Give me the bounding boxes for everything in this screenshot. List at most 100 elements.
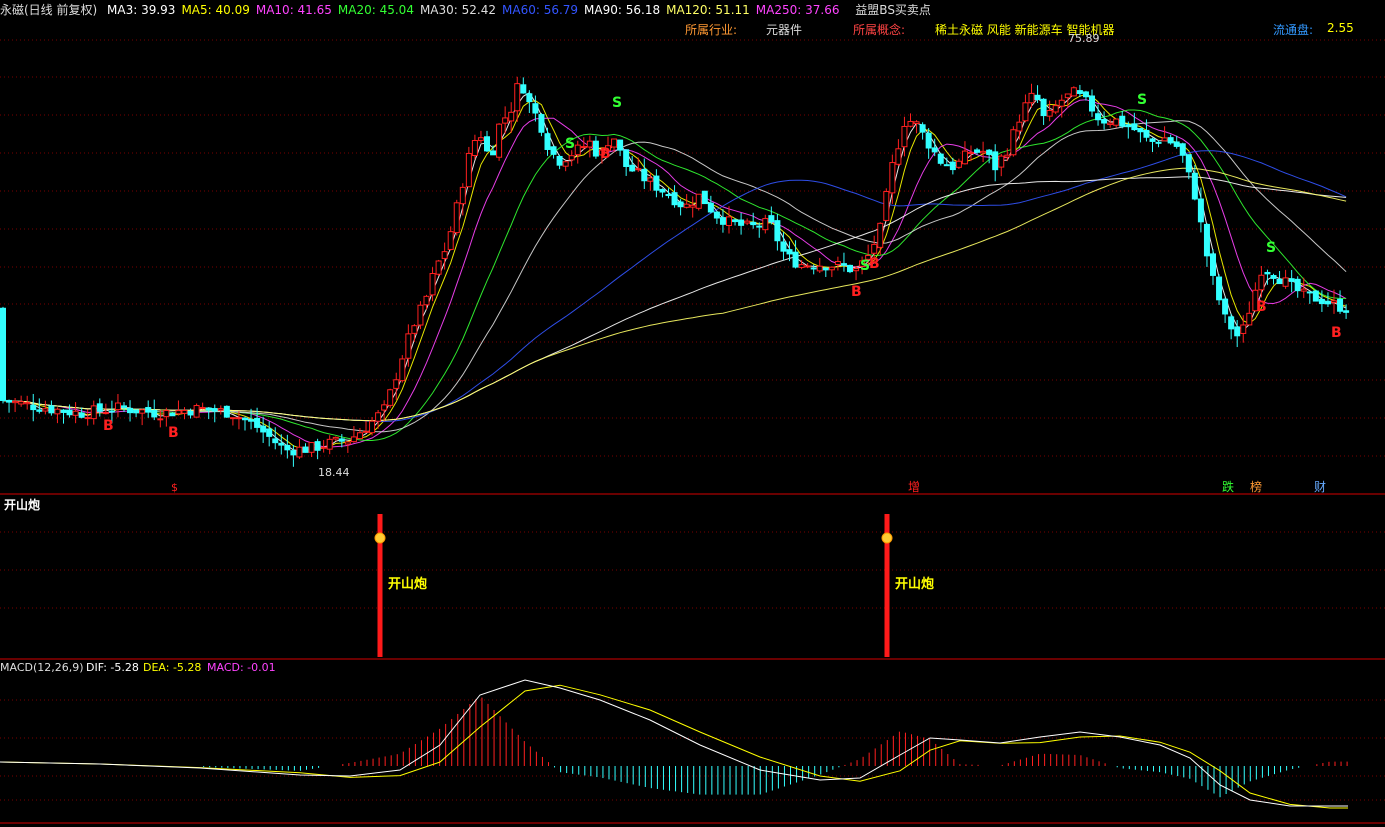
candle-down [810,267,817,270]
candle-up [580,146,587,149]
candle-up [1331,300,1337,303]
dif-line [0,679,1348,807]
candle-up [1070,87,1077,97]
candle-down [1234,326,1241,337]
candle-up [459,186,466,205]
candle-up [90,405,97,420]
candle-up [955,160,962,168]
candle-down [732,219,739,223]
candle-up [435,260,442,275]
kaishanpao-title: 开山炮 [4,497,40,512]
candle-up [568,155,575,161]
candle-down [1089,95,1095,112]
candle-down [1197,198,1204,223]
candle-up [296,446,303,458]
candle-up [804,265,811,268]
candle-up [332,436,339,440]
candle-down [1155,141,1162,144]
candle-up [762,218,769,231]
candle-up [24,402,31,405]
event-marker-increase: 增 [908,480,920,494]
candle-down [290,450,297,456]
candle-up [1107,122,1114,126]
candle-down [302,446,309,453]
signal-sell: S [612,95,622,111]
candle-down [532,103,539,114]
candle-down [719,217,726,225]
candle-up [496,123,503,158]
candle-down [738,219,745,226]
candle-down [1294,278,1301,292]
candle-up [1010,129,1017,156]
candle-up [441,251,448,259]
candle-up [477,137,484,141]
candle-up [471,140,478,157]
candle-up [84,417,91,420]
candle-up [1113,118,1120,126]
candle-up [586,140,593,148]
candle-down [677,201,684,208]
candle-down [659,188,666,193]
candle-up [1046,110,1053,117]
candle-down [223,405,230,418]
candle-down [314,441,321,451]
candle-up [387,389,394,406]
candle-up [883,191,890,221]
candle-down [925,132,932,149]
dea-line [0,684,1348,809]
candle-up [393,379,400,389]
signal-buy: B [1256,299,1267,315]
candle-up [229,417,236,420]
kaishanpao-panel [374,514,893,657]
candle-down [792,251,799,268]
candle-up [562,161,569,167]
candle-down [490,150,497,156]
candle-down [266,428,273,437]
candle-down [617,139,624,151]
candle-down [1324,300,1331,305]
candle-down [1179,143,1186,156]
candle-down [520,84,527,94]
candle-down [66,409,73,416]
candle-down [1131,123,1138,131]
candle-down [653,175,660,191]
candle-down [1216,276,1223,301]
candle-down [538,114,545,133]
candle-down [1191,172,1198,200]
event-marker-dollar: $ [171,481,178,494]
candle-up [54,408,61,415]
candle-up [363,430,369,433]
candle-down [1306,291,1313,294]
candle-down [768,215,775,223]
candle-up [961,150,968,165]
candle-down [211,408,218,412]
candle-down [48,405,55,414]
macd-dea-label: DEA: -5.28 [143,661,201,674]
candle-down [1149,138,1156,142]
candle-up [502,117,509,124]
signal-buy: B [600,146,611,162]
candle-down [847,264,853,273]
candle-down [1034,94,1041,100]
candle-up [102,412,109,415]
candle-up [871,243,878,254]
candle-up [465,152,472,188]
event-marker-list: 榜 [1250,479,1262,494]
candle-up [199,406,206,409]
candle-up [689,204,696,208]
candle-down [750,221,757,226]
candle-up [889,162,896,194]
candle-up [508,111,515,122]
macd-dif-label: DIF: -5.28 [86,661,139,674]
candle-down [1222,298,1229,315]
candle-up [423,295,430,306]
candle-down [1288,278,1295,282]
candle-up [1052,105,1059,113]
candle-down [78,412,85,418]
ma5-line [2,93,1347,451]
candle-down [151,409,158,418]
candle-down [187,410,194,416]
macd-value-label: MACD: -0.01 [207,661,276,674]
candle-down [278,442,285,446]
signal-buy: B [869,256,880,272]
